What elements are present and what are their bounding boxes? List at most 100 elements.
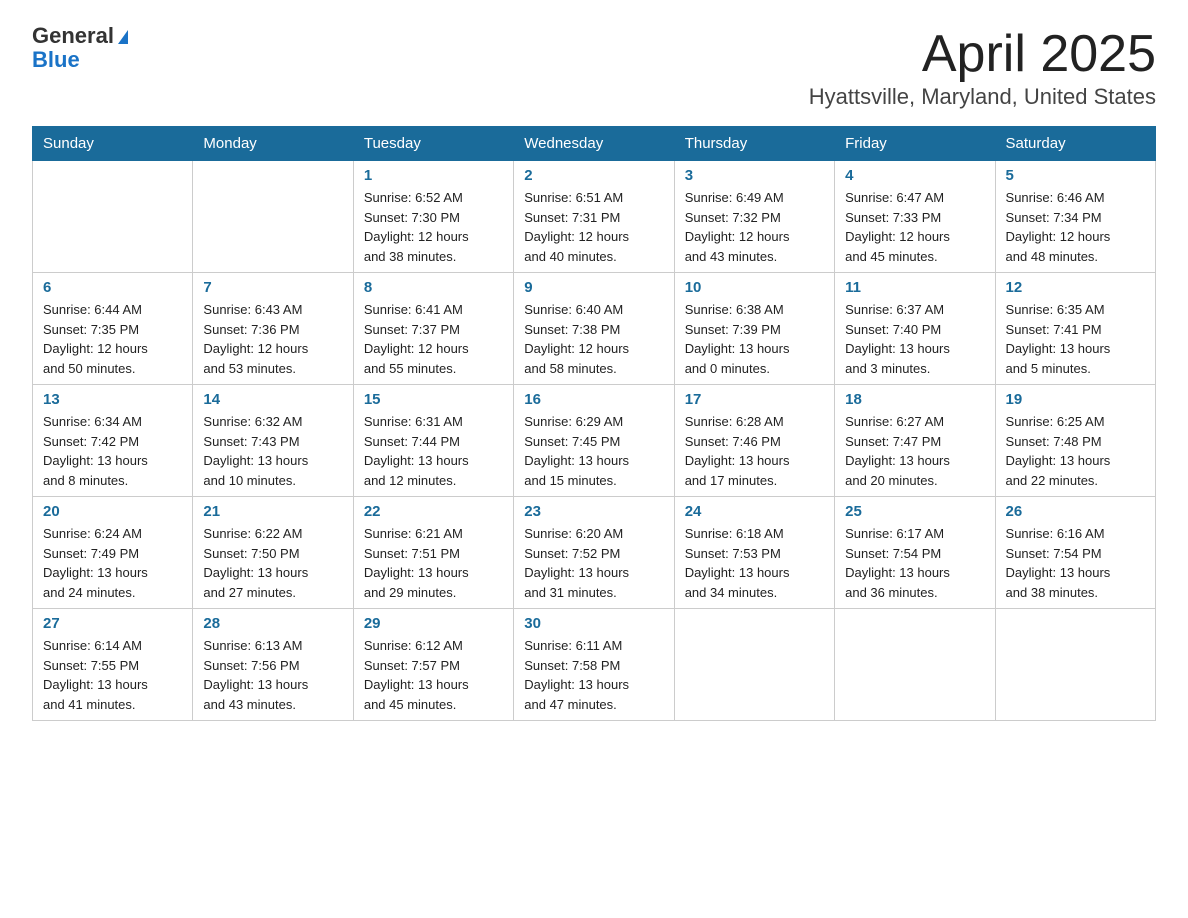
- day-number: 6: [43, 279, 182, 296]
- day-number: 1: [364, 167, 503, 184]
- header-row: SundayMondayTuesdayWednesdayThursdayFrid…: [33, 127, 1156, 161]
- day-number: 3: [685, 167, 824, 184]
- day-number: 22: [364, 503, 503, 520]
- day-number: 20: [43, 503, 182, 520]
- day-info: Sunrise: 6:49 AM Sunset: 7:32 PM Dayligh…: [685, 188, 824, 266]
- day-info: Sunrise: 6:47 AM Sunset: 7:33 PM Dayligh…: [845, 188, 984, 266]
- day-number: 15: [364, 391, 503, 408]
- calendar-cell: 25 Sunrise: 6:17 AM Sunset: 7:54 PM Dayli…: [835, 497, 995, 609]
- week-row-3: 20Sunrise: 6:24 AM Sunset: 7:49 PM Dayli…: [33, 497, 1156, 609]
- calendar-cell: 19 Sunrise: 6:25 AM Sunset: 7:48 PM Dayli…: [995, 385, 1155, 497]
- week-row-0: 1 Sunrise: 6:52 AM Sunset: 7:30 PM Daylig…: [33, 161, 1156, 273]
- day-info: Sunrise: 6:16 AM Sunset: 7:54 PM Dayligh…: [1006, 524, 1145, 602]
- calendar-cell: [193, 161, 353, 273]
- col-header-sunday: Sunday: [33, 127, 193, 161]
- calendar-cell: 13 Sunrise: 6:34 AM Sunset: 7:42 PM Dayli…: [33, 385, 193, 497]
- day-number: 18: [845, 391, 984, 408]
- calendar-cell: 4 Sunrise: 6:47 AM Sunset: 7:33 PM Daylig…: [835, 161, 995, 273]
- day-info: Sunrise: 6:38 AM Sunset: 7:39 PM Dayligh…: [685, 300, 824, 378]
- calendar-cell: 15 Sunrise: 6:31 AM Sunset: 7:44 PM Dayli…: [353, 385, 513, 497]
- calendar-header: SundayMondayTuesdayWednesdayThursdayFrid…: [33, 127, 1156, 161]
- calendar-cell: 18 Sunrise: 6:27 AM Sunset: 7:47 PM Dayli…: [835, 385, 995, 497]
- day-number: 28: [203, 615, 342, 632]
- calendar-cell: 12Sunrise: 6:35 AM Sunset: 7:41 PM Dayli…: [995, 273, 1155, 385]
- calendar-cell: 8 Sunrise: 6:41 AM Sunset: 7:37 PM Daylig…: [353, 273, 513, 385]
- day-info: Sunrise: 6:31 AM Sunset: 7:44 PM Dayligh…: [364, 412, 503, 490]
- day-info: Sunrise: 6:44 AM Sunset: 7:35 PM Dayligh…: [43, 300, 182, 378]
- day-number: 23: [524, 503, 663, 520]
- day-info: Sunrise: 6:41 AM Sunset: 7:37 PM Dayligh…: [364, 300, 503, 378]
- calendar-cell: [835, 609, 995, 721]
- calendar-cell: 26 Sunrise: 6:16 AM Sunset: 7:54 PM Dayli…: [995, 497, 1155, 609]
- day-number: 30: [524, 615, 663, 632]
- calendar-cell: [674, 609, 834, 721]
- week-row-4: 27 Sunrise: 6:14 AM Sunset: 7:55 PM Dayli…: [33, 609, 1156, 721]
- day-info: Sunrise: 6:17 AM Sunset: 7:54 PM Dayligh…: [845, 524, 984, 602]
- calendar-table: SundayMondayTuesdayWednesdayThursdayFrid…: [32, 126, 1156, 721]
- day-info: Sunrise: 6:14 AM Sunset: 7:55 PM Dayligh…: [43, 636, 182, 714]
- day-number: 24: [685, 503, 824, 520]
- calendar-cell: 20Sunrise: 6:24 AM Sunset: 7:49 PM Dayli…: [33, 497, 193, 609]
- calendar-cell: [33, 161, 193, 273]
- day-info: Sunrise: 6:29 AM Sunset: 7:45 PM Dayligh…: [524, 412, 663, 490]
- col-header-saturday: Saturday: [995, 127, 1155, 161]
- logo: General Blue: [32, 24, 128, 72]
- day-info: Sunrise: 6:32 AM Sunset: 7:43 PM Dayligh…: [203, 412, 342, 490]
- calendar-cell: 23 Sunrise: 6:20 AM Sunset: 7:52 PM Dayli…: [514, 497, 674, 609]
- day-number: 25: [845, 503, 984, 520]
- day-info: Sunrise: 6:46 AM Sunset: 7:34 PM Dayligh…: [1006, 188, 1145, 266]
- calendar-cell: 24 Sunrise: 6:18 AM Sunset: 7:53 PM Dayli…: [674, 497, 834, 609]
- calendar-cell: 29Sunrise: 6:12 AM Sunset: 7:57 PM Dayli…: [353, 609, 513, 721]
- logo-blue-text: Blue: [32, 48, 128, 72]
- day-number: 12: [1006, 279, 1145, 296]
- calendar-cell: 21Sunrise: 6:22 AM Sunset: 7:50 PM Dayli…: [193, 497, 353, 609]
- calendar-cell: 10 Sunrise: 6:38 AM Sunset: 7:39 PM Dayli…: [674, 273, 834, 385]
- day-info: Sunrise: 6:18 AM Sunset: 7:53 PM Dayligh…: [685, 524, 824, 602]
- day-info: Sunrise: 6:21 AM Sunset: 7:51 PM Dayligh…: [364, 524, 503, 602]
- day-number: 2: [524, 167, 663, 184]
- col-header-tuesday: Tuesday: [353, 127, 513, 161]
- col-header-monday: Monday: [193, 127, 353, 161]
- day-number: 29: [364, 615, 503, 632]
- calendar-cell: 28Sunrise: 6:13 AM Sunset: 7:56 PM Dayli…: [193, 609, 353, 721]
- calendar-cell: 9 Sunrise: 6:40 AM Sunset: 7:38 PM Daylig…: [514, 273, 674, 385]
- day-info: Sunrise: 6:28 AM Sunset: 7:46 PM Dayligh…: [685, 412, 824, 490]
- calendar-cell: 7Sunrise: 6:43 AM Sunset: 7:36 PM Daylig…: [193, 273, 353, 385]
- calendar-subtitle: Hyattsville, Maryland, United States: [809, 84, 1156, 110]
- calendar-cell: 16 Sunrise: 6:29 AM Sunset: 7:45 PM Dayli…: [514, 385, 674, 497]
- day-number: 7: [203, 279, 342, 296]
- day-number: 14: [203, 391, 342, 408]
- day-info: Sunrise: 6:52 AM Sunset: 7:30 PM Dayligh…: [364, 188, 503, 266]
- day-number: 19: [1006, 391, 1145, 408]
- calendar-cell: 14 Sunrise: 6:32 AM Sunset: 7:43 PM Dayli…: [193, 385, 353, 497]
- calendar-cell: 3 Sunrise: 6:49 AM Sunset: 7:32 PM Daylig…: [674, 161, 834, 273]
- day-number: 26: [1006, 503, 1145, 520]
- calendar-cell: 2Sunrise: 6:51 AM Sunset: 7:31 PM Daylig…: [514, 161, 674, 273]
- day-info: Sunrise: 6:20 AM Sunset: 7:52 PM Dayligh…: [524, 524, 663, 602]
- day-info: Sunrise: 6:40 AM Sunset: 7:38 PM Dayligh…: [524, 300, 663, 378]
- day-info: Sunrise: 6:11 AM Sunset: 7:58 PM Dayligh…: [524, 636, 663, 714]
- day-info: Sunrise: 6:34 AM Sunset: 7:42 PM Dayligh…: [43, 412, 182, 490]
- calendar-cell: 22 Sunrise: 6:21 AM Sunset: 7:51 PM Dayli…: [353, 497, 513, 609]
- day-number: 8: [364, 279, 503, 296]
- day-info: Sunrise: 6:25 AM Sunset: 7:48 PM Dayligh…: [1006, 412, 1145, 490]
- day-info: Sunrise: 6:27 AM Sunset: 7:47 PM Dayligh…: [845, 412, 984, 490]
- calendar-title: April 2025: [809, 24, 1156, 84]
- week-row-2: 13 Sunrise: 6:34 AM Sunset: 7:42 PM Dayli…: [33, 385, 1156, 497]
- logo-triangle-icon: [118, 30, 128, 44]
- calendar-cell: 11 Sunrise: 6:37 AM Sunset: 7:40 PM Dayli…: [835, 273, 995, 385]
- day-info: Sunrise: 6:37 AM Sunset: 7:40 PM Dayligh…: [845, 300, 984, 378]
- calendar-cell: 1 Sunrise: 6:52 AM Sunset: 7:30 PM Daylig…: [353, 161, 513, 273]
- day-number: 16: [524, 391, 663, 408]
- calendar-cell: 17Sunrise: 6:28 AM Sunset: 7:46 PM Dayli…: [674, 385, 834, 497]
- header: General Blue April 2025 Hyattsville, Mar…: [32, 24, 1156, 110]
- day-number: 13: [43, 391, 182, 408]
- day-number: 11: [845, 279, 984, 296]
- day-number: 10: [685, 279, 824, 296]
- day-number: 9: [524, 279, 663, 296]
- logo-general-text: General: [32, 23, 114, 48]
- calendar-cell: 30 Sunrise: 6:11 AM Sunset: 7:58 PM Dayli…: [514, 609, 674, 721]
- day-number: 4: [845, 167, 984, 184]
- day-number: 27: [43, 615, 182, 632]
- calendar-cell: 5Sunrise: 6:46 AM Sunset: 7:34 PM Daylig…: [995, 161, 1155, 273]
